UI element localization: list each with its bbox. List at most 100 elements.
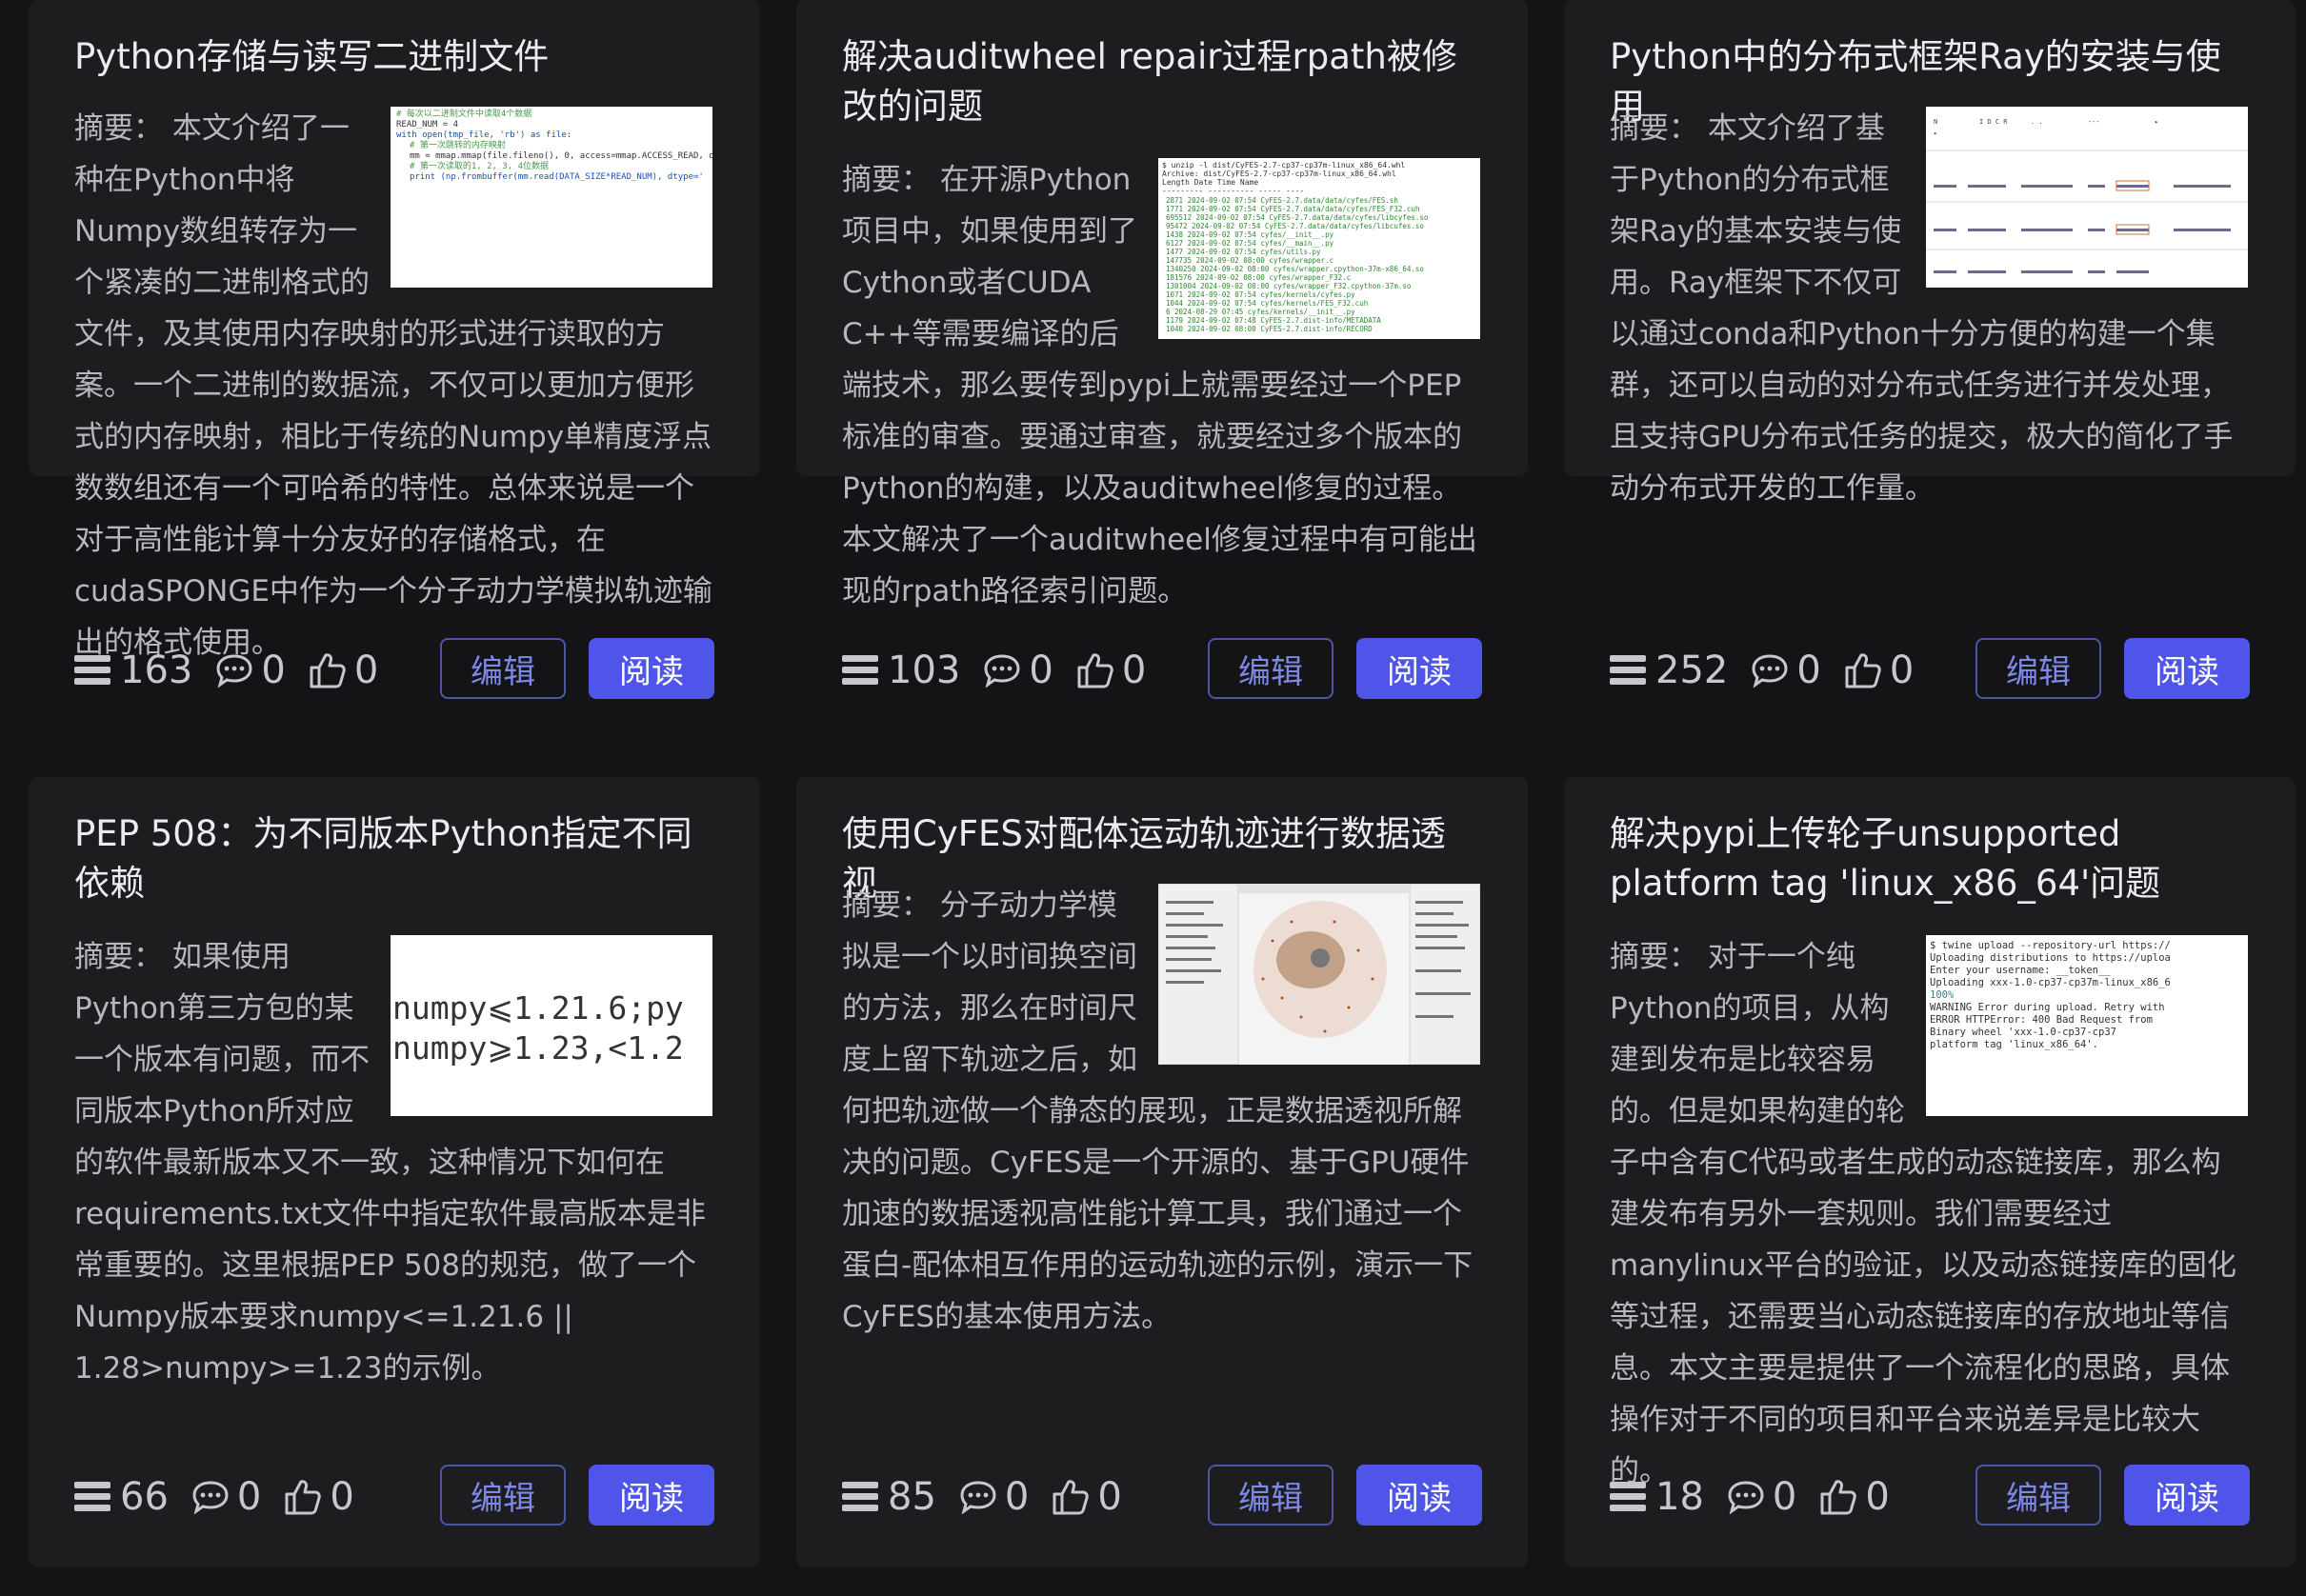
article-thumbnail[interactable]: $ twine upload --repository-url https://…: [1926, 935, 2248, 1116]
read-count-value: 66: [120, 1475, 169, 1519]
terminal-line: 100%: [1930, 989, 1955, 1001]
article-thumbnail[interactable]: # 每次以二进制文件中读取4个数据 READ_NUM = 4 with open…: [391, 107, 712, 288]
article-title[interactable]: PEP 508：为不同版本Python指定不同依赖: [74, 809, 712, 908]
read-button[interactable]: 阅读: [1356, 638, 1482, 699]
like-count[interactable]: 0: [284, 1475, 354, 1519]
read-count: 85: [842, 1475, 936, 1519]
article-card: 解决pypi上传轮子unsupported platform tag 'linu…: [1564, 777, 2296, 1567]
comment-icon: [960, 1481, 996, 1514]
summary-text: 术，那么要传到pypi上就需要经过一个PEP标准的审查。要通过审查，就要经过多个…: [842, 369, 1477, 608]
svg-text:147735 2024-09-02 08:00 cyfes/: 147735 2024-09-02 08:00 cyfes/wrapper.c: [1166, 256, 1333, 265]
read-button[interactable]: 阅读: [1356, 1465, 1482, 1526]
article-summary: 摘要： 分子动力学模拟是一个以时间换空间的方法，那么在时间尺度上留下轨迹之后，如…: [842, 880, 1480, 1343]
read-count-value: 103: [888, 648, 961, 692]
article-summary: $ unzip -l dist/CyFES-2.7-cp37-cp37m-lin…: [842, 154, 1480, 617]
read-count: 66: [74, 1475, 169, 1519]
read-button[interactable]: 阅读: [2124, 638, 2250, 699]
read-count: 163: [74, 648, 192, 692]
article-card: Python存储与读写二进制文件 # 每次以二进制文件中读取4个数据 READ_…: [29, 0, 760, 699]
edit-button[interactable]: 编辑: [1975, 1465, 2101, 1526]
article-footer: 252 0 0 编辑 阅读: [1610, 638, 2250, 703]
comment-count[interactable]: 0: [959, 1475, 1029, 1519]
article-thumbnail[interactable]: $ unzip -l dist/CyFES-2.7-cp37-cp37m-lin…: [1158, 158, 1480, 339]
summary-text: 过conda和Python十分方便的构建一个集群，还可以自动的对分布式任务进行并…: [1610, 317, 2234, 506]
svg-text:▸: ▸: [2155, 118, 2158, 126]
article-stats: 18 0 0: [1610, 1465, 1913, 1529]
comment-count[interactable]: 0: [983, 648, 1053, 692]
article-footer: 103 0 0 编辑 阅读: [842, 638, 1482, 703]
like-count-value: 0: [330, 1475, 354, 1519]
svg-text:1301004 2024-09-02 08:00 cyfes: 1301004 2024-09-02 08:00 cyfes/wrapper_F…: [1166, 282, 1412, 290]
article-thumbnail[interactable]: [1158, 884, 1480, 1065]
like-count-value: 0: [353, 648, 379, 692]
comment-count-value: 0: [1796, 648, 1821, 692]
list-icon: [74, 1482, 110, 1511]
svg-text:181576 2024-09-02 08:00 cyfes/: 181576 2024-09-02 08:00 cyfes/wrapper_F3…: [1166, 273, 1351, 282]
article-summary: N I D C R . . --- ▸ ▸ 摘要： 本文介绍了基于Python的分布式框…: [1610, 103, 2248, 514]
svg-text:$ unzip -l dist/CyFES-2.7-cp37: $ unzip -l dist/CyFES-2.7-cp37-cp37m-lin…: [1162, 161, 1405, 170]
comment-icon: [216, 654, 252, 688]
svg-text:1040 2024-09-02 08:00 CyFES-: 1040 2024-09-02 08:00 CyFES-2.7.dist-inf…: [1166, 325, 1373, 333]
svg-text:2871 2024-09-02 07:54 CyFES-: 2871 2024-09-02 07:54 CyFES-2.7.data/dat…: [1166, 196, 1398, 205]
article-card: 使用CyFES对配体运动轨迹进行数据透视 摘要： 分子动力学模拟是一个以时间换空…: [796, 777, 1528, 1567]
like-count[interactable]: 0: [309, 648, 378, 692]
article-thumbnail[interactable]: N I D C R . . --- ▸ ▸: [1926, 107, 2248, 288]
comment-count[interactable]: 0: [215, 648, 286, 692]
summary-text: 把轨迹做一个静态的展现，正是数据透视所解决的问题。CyFES是一个开源的、基于G…: [842, 1094, 1474, 1334]
like-count-value: 0: [1865, 1475, 1890, 1519]
svg-text:1340250 2024-09-02 08:00 cyfes: 1340250 2024-09-02 08:00 cyfes/wrapper.c…: [1166, 265, 1424, 273]
terminal-line: $ twine upload --repository-url https://: [1930, 940, 2171, 951]
comment-count[interactable]: 0: [1727, 1475, 1796, 1519]
svg-text:1044 2024-09-02 07:54 cyfes/: 1044 2024-09-02 07:54 cyfes/kernels/FES_…: [1166, 299, 1368, 308]
terminal-line: Uploading distributions to https://uploa: [1930, 952, 2171, 964]
list-icon: [1610, 655, 1646, 685]
svg-text:695512 2024-09-02 07:54 CyFES-: 695512 2024-09-02 07:54 CyFES-2.7.data/d…: [1166, 213, 1429, 222]
read-button[interactable]: 阅读: [589, 1465, 714, 1526]
edit-button[interactable]: 编辑: [1208, 1465, 1333, 1526]
like-count-value: 0: [1097, 1475, 1122, 1519]
thumbs-up-icon: [285, 1480, 322, 1515]
like-count-value: 0: [1889, 648, 1915, 692]
svg-text:with open(tmp_file, 'rb') as f: with open(tmp_file, 'rb') as file:: [396, 130, 571, 140]
comment-icon: [1752, 654, 1788, 688]
svg-text:--------- ---------- -----: --------- ---------- ----- ----: [1162, 187, 1304, 195]
svg-text:READ_NUM = 4: READ_NUM = 4: [396, 120, 458, 130]
edit-button[interactable]: 编辑: [1975, 638, 2101, 699]
like-count[interactable]: 0: [1076, 648, 1146, 692]
svg-text:6127 2024-09-02 07:54 cyfes/: 6127 2024-09-02 07:54 cyfes/__main__.py: [1166, 239, 1334, 248]
article-title[interactable]: Python存储与读写二进制文件: [74, 32, 712, 82]
edit-button[interactable]: 编辑: [440, 638, 566, 699]
comment-count[interactable]: 0: [191, 1475, 261, 1519]
article-title[interactable]: 解决auditwheel repair过程rpath被修改的问题: [842, 32, 1480, 131]
article-summary: # 每次以二进制文件中读取4个数据 READ_NUM = 4 with open…: [74, 103, 712, 668]
summary-text: 其使用内存映射的形式进行读取的方案。一个二进制的数据流，不仅可以更加方便形式的内…: [74, 317, 712, 660]
read-count: 103: [842, 648, 960, 692]
summary-lead: 摘要： 本文介绍了一种在Python中将Numpy数组转存为一个紧凑的二进制格式…: [74, 111, 370, 351]
like-count[interactable]: 0: [1844, 648, 1914, 692]
thumbs-up-icon: [310, 653, 346, 688]
comment-icon: [984, 654, 1020, 688]
like-count[interactable]: 0: [1052, 1475, 1122, 1519]
article-footer: 18 0 0 编辑 阅读: [1610, 1465, 2250, 1529]
article-thumbnail[interactable]: numpy⩽1.21.6;py numpy⩾1.23,<1.2: [391, 935, 712, 1116]
edit-button[interactable]: 编辑: [440, 1465, 566, 1526]
svg-text:# 每次以二进制文件中读取4个数据: # 每次以二进制文件中读取4个数据: [396, 108, 531, 119]
like-count[interactable]: 0: [1819, 1475, 1890, 1519]
article-grid: Python存储与读写二进制文件 # 每次以二进制文件中读取4个数据 READ_…: [0, 0, 2306, 1596]
svg-text:# 第一次读取的1, 2, 3, 4位数据: # 第一次读取的1, 2, 3, 4位数据: [410, 160, 549, 171]
article-title[interactable]: 解决pypi上传轮子unsupported platform tag 'linu…: [1610, 809, 2248, 908]
summary-lead: 摘要： 在开源Python项目中，如果使用到了Cython或者CUDA C++等…: [842, 163, 1137, 403]
svg-text:1438 2024-09-02 07:54 cyfes/: 1438 2024-09-02 07:54 cyfes/__init__.py: [1166, 230, 1334, 239]
read-button[interactable]: 阅读: [589, 638, 714, 699]
summary-lead: 摘要： 如果使用Python第三方包的某一个版本有问题，而不同版本Python所…: [74, 940, 370, 1180]
article-stats: 103 0 0: [842, 638, 1169, 703]
article-footer: 66 0 0 编辑 阅读: [74, 1465, 714, 1529]
svg-text:1771 2024-09-02 07:54 CyFES-: 1771 2024-09-02 07:54 CyFES-2.7.data/dat…: [1166, 205, 1419, 213]
comment-count[interactable]: 0: [1751, 648, 1821, 692]
comment-count-value: 0: [1029, 648, 1053, 692]
edit-button[interactable]: 编辑: [1208, 638, 1333, 699]
terminal-line: WARNING Error during upload. Retry with: [1930, 1002, 2165, 1013]
svg-text:# 第一次跳转的内存映射: # 第一次跳转的内存映射: [410, 139, 506, 150]
read-button[interactable]: 阅读: [2124, 1465, 2250, 1526]
svg-text:▸: ▸: [1934, 130, 1937, 137]
